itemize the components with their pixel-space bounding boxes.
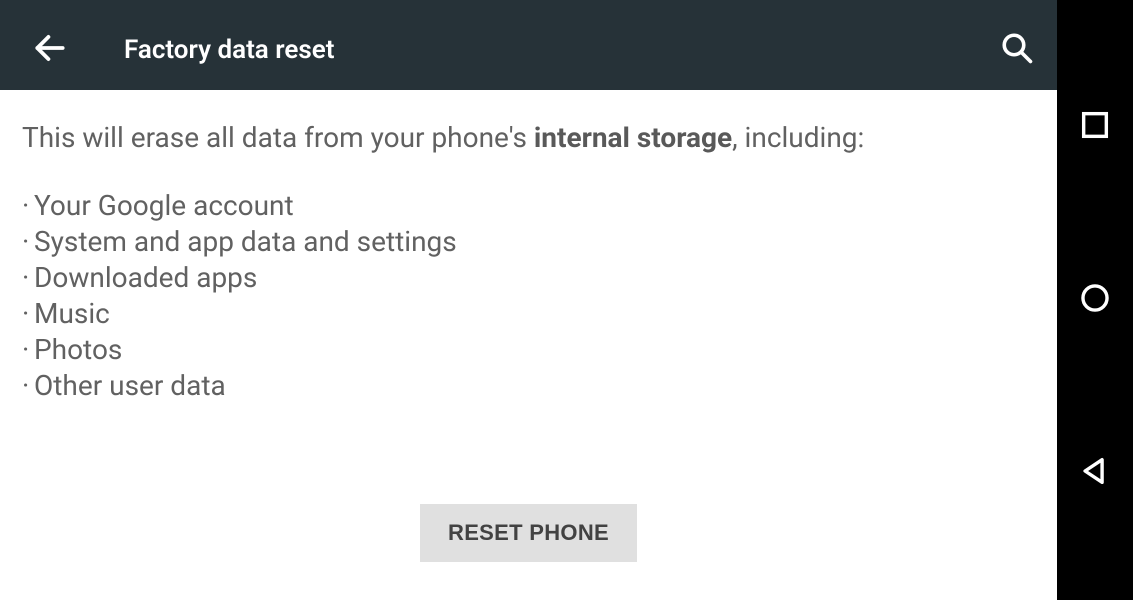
back-arrow-icon: [31, 29, 69, 71]
list-item: ·Downloaded apps: [22, 260, 1035, 296]
system-nav-bar: [1057, 0, 1133, 600]
list-item-text: Your Google account: [34, 188, 1035, 224]
reset-phone-button[interactable]: RESET PHONE: [420, 504, 637, 562]
nav-back-button[interactable]: [1073, 451, 1117, 495]
bullet-icon: ·: [22, 260, 34, 296]
nav-recent-button[interactable]: [1073, 105, 1117, 149]
status-bar: [0, 0, 1057, 10]
list-item-text: Music: [34, 296, 1035, 332]
list-item-text: Other user data: [34, 368, 1035, 404]
list-item-text: Downloaded apps: [34, 260, 1035, 296]
nav-home-button[interactable]: [1073, 278, 1117, 322]
list-item: ·Photos: [22, 332, 1035, 368]
bullet-icon: ·: [22, 296, 34, 332]
list-item: ·System and app data and settings: [22, 224, 1035, 260]
triangle-back-icon: [1078, 454, 1112, 492]
list-item: ·Other user data: [22, 368, 1035, 404]
warning-text: This will erase all data from your phone…: [22, 120, 1035, 156]
list-item: ·Your Google account: [22, 188, 1035, 224]
list-item-text: System and app data and settings: [34, 224, 1035, 260]
erase-list: ·Your Google account ·System and app dat…: [22, 188, 1035, 404]
back-button[interactable]: [28, 28, 72, 72]
warning-text-post: , including:: [732, 121, 864, 154]
warning-text-pre: This will erase all data from your phone…: [22, 121, 534, 154]
list-item-text: Photos: [34, 332, 1035, 368]
circle-icon: [1078, 281, 1112, 319]
bullet-icon: ·: [22, 188, 34, 224]
content-body: This will erase all data from your phone…: [0, 90, 1057, 562]
search-button[interactable]: [995, 28, 1039, 72]
square-icon: [1078, 108, 1112, 146]
search-icon: [999, 30, 1035, 70]
screen-main: Factory data reset This will erase all d…: [0, 0, 1057, 600]
app-bar: Factory data reset: [0, 10, 1057, 90]
list-item: ·Music: [22, 296, 1035, 332]
action-row: RESET PHONE: [22, 504, 1035, 562]
bullet-icon: ·: [22, 332, 34, 368]
bullet-icon: ·: [22, 224, 34, 260]
bullet-icon: ·: [22, 368, 34, 404]
warning-text-bold: internal storage: [534, 121, 732, 154]
page-title: Factory data reset: [124, 35, 995, 65]
